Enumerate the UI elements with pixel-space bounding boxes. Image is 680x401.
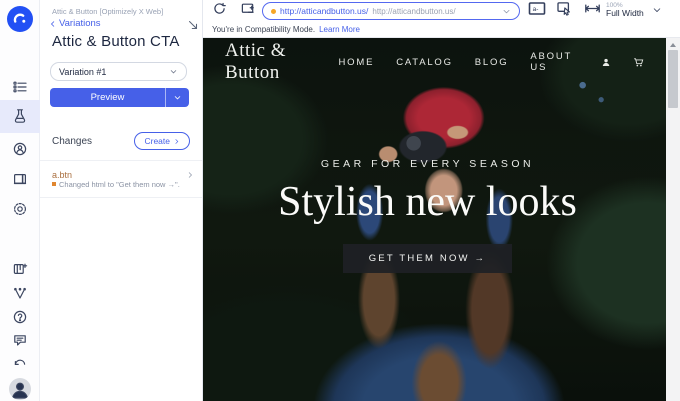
chevron-down-icon — [173, 93, 182, 102]
nav-catalog[interactable]: CATALOG — [396, 57, 453, 68]
url-status-dot — [271, 9, 276, 14]
variation-select-value: Variation #1 — [59, 67, 106, 77]
preview-button-label: Preview — [91, 92, 125, 103]
editor-main: http://atticandbutton.us/ http://attican… — [203, 0, 680, 401]
optimizely-logo-icon[interactable] — [7, 6, 33, 32]
changes-header: Changes Create — [52, 132, 190, 150]
back-link-label: Variations — [59, 18, 101, 29]
variation-select[interactable]: Variation #1 — [50, 62, 187, 81]
scrollbar-thumb[interactable] — [668, 50, 678, 108]
editor-toolbar: http://atticandbutton.us/ http://attican… — [203, 0, 680, 22]
preview-scrollbar[interactable] — [666, 38, 680, 401]
chevron-down-icon — [169, 67, 178, 76]
collapse-panel-icon[interactable] — [186, 18, 200, 32]
chevron-down-icon — [502, 7, 511, 16]
variation-panel: Attic & Button [Optimizely X Web] Variat… — [40, 0, 203, 401]
divider — [40, 197, 202, 198]
help-icon[interactable] — [12, 309, 28, 325]
open-in-browser-icon[interactable] — [240, 1, 256, 21]
back-to-variations-link[interactable]: Variations — [49, 18, 101, 29]
history-undo-icon[interactable] — [12, 355, 28, 371]
nav-about-us[interactable]: ABOUT US — [530, 51, 579, 73]
preview-split-button: Preview — [50, 88, 189, 107]
nav-blog[interactable]: BLOG — [475, 57, 509, 68]
viewport-width-icon[interactable] — [584, 2, 601, 21]
url-text: http://atticandbutton.us/ — [280, 6, 368, 16]
interactive-mode-icon[interactable] — [556, 1, 573, 22]
create-button-label: Create — [144, 136, 170, 146]
audiences-icon[interactable] — [12, 141, 28, 157]
scrollbar-up-arrow-icon[interactable] — [670, 43, 676, 47]
breadcrumb: Attic & Button [Optimizely X Web] — [52, 7, 163, 16]
pages-icon[interactable] — [12, 171, 28, 187]
user-avatar[interactable] — [9, 378, 31, 400]
hero-section: GEAR FOR EVERY SEASON Stylish new looks … — [203, 158, 652, 273]
change-selector: a.btn — [52, 170, 72, 180]
app-rail — [0, 0, 40, 401]
chevron-left-icon — [49, 20, 57, 28]
element-selector-icon[interactable]: a- — [528, 1, 546, 21]
hero-eyebrow: GEAR FOR EVERY SEASON — [203, 158, 652, 170]
divider — [40, 160, 202, 161]
preview-button[interactable]: Preview — [50, 88, 165, 107]
feedback-icon[interactable] — [12, 332, 28, 348]
get-them-now-button[interactable]: GET THEM NOW → — [343, 244, 513, 273]
settings-gear-icon[interactable] — [12, 201, 28, 217]
account-icon[interactable] — [601, 56, 611, 69]
create-change-button[interactable]: Create — [134, 132, 190, 150]
url-secondary-text: http://atticandbutton.us/ — [372, 7, 455, 16]
change-description: Changed html to "Get them now →". — [52, 180, 188, 190]
hero-headline: Stylish new looks — [203, 178, 652, 226]
compatibility-bar: You're in Compatibility Mode. Learn More — [203, 22, 680, 38]
chevron-right-icon — [173, 138, 180, 145]
cart-icon[interactable] — [633, 56, 644, 69]
change-bullet-icon — [52, 182, 56, 186]
url-bar[interactable]: http://atticandbutton.us/ http://attican… — [262, 2, 520, 20]
preview-dropdown-button[interactable] — [165, 88, 189, 107]
site-logo[interactable]: Attic & Button — [225, 40, 339, 84]
site-nav: HOME CATALOG BLOG ABOUT US — [339, 51, 645, 73]
labs-icon[interactable] — [12, 286, 28, 302]
viewport-size-control[interactable]: 100% Full Width — [606, 2, 644, 18]
width-mode-label: Full Width — [606, 9, 644, 18]
site-preview: Attic & Button HOME CATALOG BLOG ABOUT U… — [203, 38, 666, 401]
editor-flask-icon[interactable] — [12, 108, 28, 124]
optimizely-editor: Attic & Button [Optimizely X Web] Variat… — [0, 0, 680, 401]
svg-text:a-: a- — [533, 6, 539, 13]
reload-icon[interactable] — [212, 1, 227, 21]
experiment-title: Attic & Button CTA — [52, 33, 180, 50]
program-board-icon[interactable] — [12, 261, 28, 277]
site-header: Attic & Button HOME CATALOG BLOG ABOUT U… — [203, 38, 666, 86]
experiments-list-icon[interactable] — [12, 79, 28, 95]
changes-heading: Changes — [52, 136, 92, 147]
change-description-text: Changed html to "Get them now →". — [59, 180, 180, 190]
cta-label: GET THEM NOW → — [369, 253, 487, 264]
chevron-right-icon — [186, 171, 194, 179]
viewport-dropdown-icon[interactable] — [652, 2, 662, 20]
compatibility-message: You're in Compatibility Mode. — [212, 25, 315, 34]
learn-more-link[interactable]: Learn More — [319, 25, 360, 34]
nav-home[interactable]: HOME — [339, 57, 375, 68]
